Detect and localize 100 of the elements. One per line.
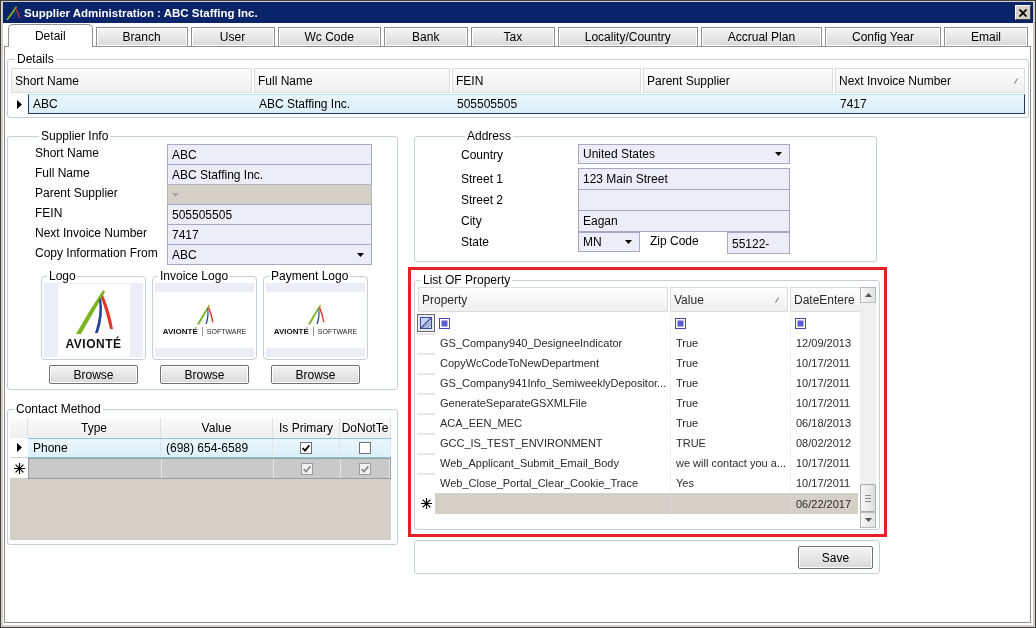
group-title: Payment Logo bbox=[270, 269, 350, 283]
field-label: Short Name bbox=[35, 145, 101, 162]
dropdown[interactable]: United States bbox=[578, 144, 790, 164]
table-cell: 10/17/2011 bbox=[790, 453, 858, 473]
table-cell-text: GS_Company941Info_SemiweeklyDepositor... bbox=[439, 376, 668, 391]
column-header[interactable]: Type bbox=[28, 418, 161, 438]
table-cell-text: 505505505 bbox=[456, 96, 519, 113]
browse-button[interactable]: Browse bbox=[160, 365, 249, 384]
tab[interactable]: Email bbox=[944, 27, 1028, 46]
text-field[interactable]: 505505505 bbox=[167, 204, 372, 225]
tab[interactable]: Detail bbox=[8, 24, 93, 47]
table-cell-text: GS_Company940_DesigneeIndicator bbox=[439, 336, 624, 351]
tab[interactable]: Bank bbox=[383, 27, 468, 46]
tab[interactable]: Config Year bbox=[825, 27, 941, 46]
logo-wordmark: AVIONTÉ bbox=[65, 337, 122, 351]
tab[interactable]: User bbox=[190, 27, 275, 46]
field-label: Next Invoice Number bbox=[35, 225, 149, 242]
text-field[interactable]: 55122- bbox=[727, 232, 790, 254]
current-row-icon bbox=[16, 443, 22, 452]
scroll-up-button[interactable] bbox=[860, 287, 876, 303]
column-header[interactable]: Short Name bbox=[11, 68, 252, 93]
table-cell: 08/02/2012 bbox=[790, 433, 858, 453]
swoosh-icon bbox=[73, 288, 114, 335]
dropdown[interactable]: MN bbox=[578, 232, 640, 252]
table-cell-text: ABC bbox=[32, 96, 59, 113]
filter-icon[interactable] bbox=[439, 317, 450, 329]
column-header[interactable]: Full Name bbox=[254, 68, 450, 93]
table-cell-text: ABC Staffing Inc. bbox=[258, 96, 352, 113]
caret-icon bbox=[357, 252, 364, 257]
tab[interactable]: Wc Code bbox=[277, 27, 381, 46]
close-icon bbox=[1019, 8, 1027, 17]
field-label: City bbox=[461, 213, 483, 228]
table-cell: Phone bbox=[28, 439, 161, 457]
text-field[interactable]: ABC bbox=[167, 144, 372, 165]
field-label: Parent Supplier bbox=[35, 185, 119, 202]
close-button[interactable] bbox=[1015, 5, 1031, 20]
scroll-thumb[interactable] bbox=[860, 484, 876, 512]
tab[interactable]: Accrual Plan bbox=[700, 27, 823, 46]
group-title: List OF Property bbox=[422, 273, 512, 287]
scrollbar[interactable] bbox=[860, 287, 876, 528]
text-field[interactable]: Eagan bbox=[578, 210, 790, 232]
column-header[interactable]: Value bbox=[161, 418, 273, 438]
table-cell: True bbox=[670, 353, 790, 373]
browse-button[interactable]: Browse bbox=[271, 365, 360, 384]
save-button[interactable]: Save bbox=[798, 546, 873, 569]
table-cell: True bbox=[670, 413, 790, 433]
table-cell-text: CopyWcCodeToNewDepartment bbox=[439, 356, 600, 371]
text-field[interactable]: 123 Main Street bbox=[578, 168, 790, 190]
filter-row-icon[interactable] bbox=[417, 314, 435, 332]
text-field[interactable]: 7417 bbox=[167, 224, 372, 245]
new-row[interactable]: 06/22/2017 bbox=[435, 493, 858, 514]
group-title: Logo bbox=[48, 269, 77, 283]
column-header[interactable]: DoNotTe bbox=[340, 418, 391, 438]
table-cell: TRUE bbox=[670, 433, 790, 453]
table-row[interactable]: Phone (698) 654-6589 bbox=[28, 438, 391, 458]
filter-icon[interactable] bbox=[675, 317, 686, 329]
table-cell-text: Web_Applicant_Submit_Email_Body bbox=[439, 456, 620, 471]
sort-icon bbox=[1014, 77, 1018, 84]
group-title: Contact Method bbox=[15, 402, 102, 416]
checkbox[interactable] bbox=[359, 442, 371, 454]
checkbox[interactable] bbox=[300, 442, 312, 454]
table-cell-text: ACA_EEN_MEC bbox=[439, 416, 523, 431]
column-header[interactable]: Is Primary bbox=[273, 418, 340, 438]
group-title: Address bbox=[466, 129, 513, 143]
down-triangle-icon bbox=[864, 518, 872, 522]
dropdown[interactable]: ABC bbox=[167, 244, 372, 265]
table-cell-text: Web_Close_Portal_Clear_Cookie_Trace bbox=[439, 476, 640, 491]
filter-icon[interactable] bbox=[795, 317, 806, 329]
table-cell: True bbox=[670, 333, 790, 353]
swoosh-icon bbox=[5, 4, 21, 21]
field-label: State bbox=[461, 234, 491, 249]
table-row[interactable]: ABC ABC Staffing Inc. 505505505 7417 bbox=[28, 94, 1025, 114]
tab[interactable]: Locality/Country bbox=[557, 27, 698, 46]
field-label: Copy Information From bbox=[35, 245, 159, 262]
text-field[interactable]: ABC Staffing Inc. bbox=[167, 164, 372, 185]
tab[interactable]: Tax bbox=[470, 27, 555, 46]
current-row-icon bbox=[17, 99, 22, 109]
column-header[interactable]: Value bbox=[670, 287, 788, 312]
column-header[interactable]: Parent Supplier bbox=[643, 68, 833, 93]
field-label: Country bbox=[461, 147, 505, 162]
sort-icon bbox=[775, 296, 779, 303]
column-header[interactable]: Next Invoice Number bbox=[835, 68, 1025, 93]
tab[interactable]: Branch bbox=[95, 27, 188, 46]
group-title: Details bbox=[16, 52, 55, 66]
table-cell: 10/17/2011 bbox=[790, 393, 858, 413]
table-cell: (698) 654-6589 bbox=[161, 439, 273, 457]
browse-button[interactable]: Browse bbox=[49, 365, 138, 384]
logo-wordmark: AVIONTÉ bbox=[273, 327, 314, 336]
header-corner bbox=[10, 418, 28, 438]
table-cell: 12/09/2013 bbox=[790, 333, 858, 353]
text-field[interactable] bbox=[578, 189, 790, 211]
field-label: Street 2 bbox=[461, 192, 505, 207]
scroll-down-button[interactable] bbox=[860, 512, 876, 528]
new-row-icon bbox=[420, 498, 432, 509]
table-cell-text: GCC_IS_TEST_ENVIRONMENT bbox=[439, 436, 604, 451]
caret-icon bbox=[172, 192, 179, 197]
column-header[interactable]: FEIN bbox=[452, 68, 641, 93]
window-title: Supplier Administration : ABC Staffing Inc. bbox=[24, 6, 258, 19]
column-header[interactable]: Property bbox=[418, 287, 668, 312]
field-label: Full Name bbox=[35, 165, 91, 182]
